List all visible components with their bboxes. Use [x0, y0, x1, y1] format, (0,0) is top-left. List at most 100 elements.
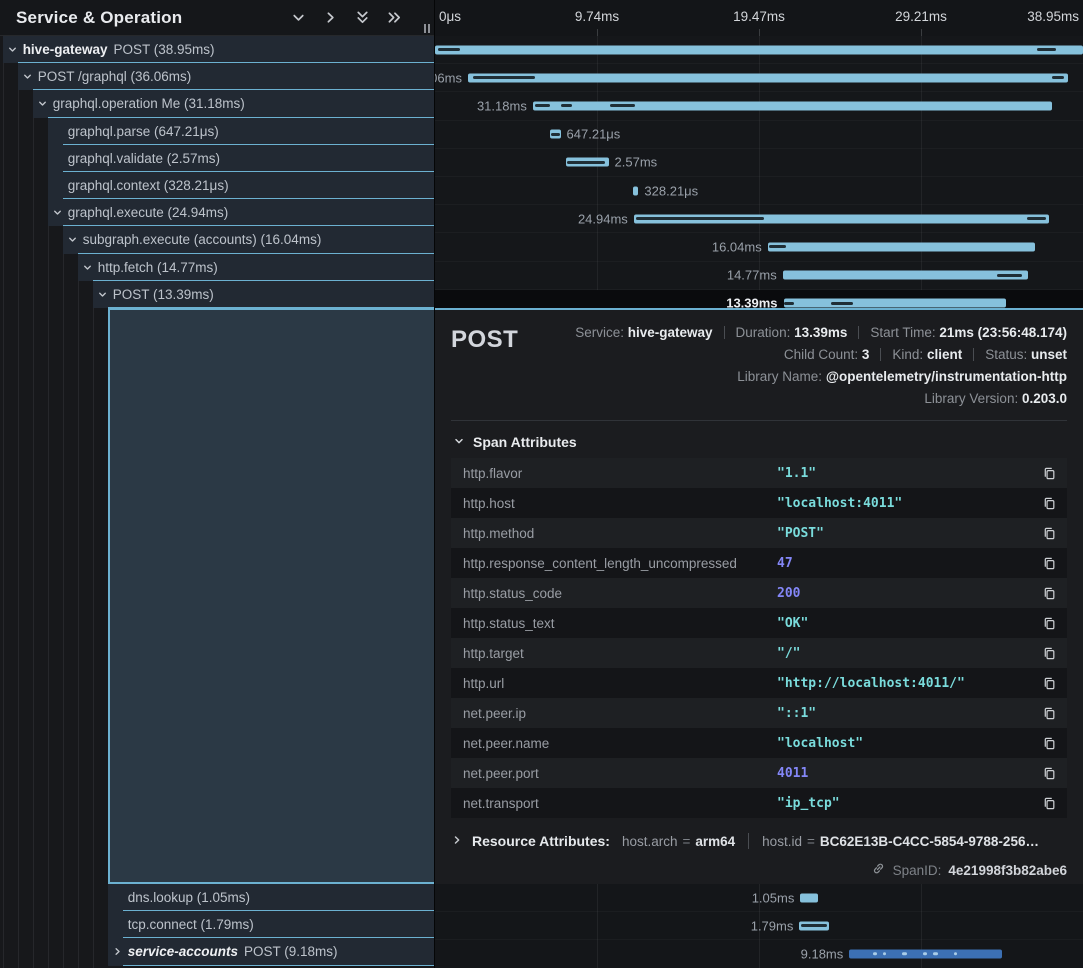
indent-guide [3, 308, 4, 884]
span-row[interactable]: POST (13.39ms) [0, 281, 434, 308]
span-bar[interactable] [550, 130, 561, 139]
span-bar[interactable] [533, 101, 1052, 110]
panel-resize-handle[interactable] [424, 24, 430, 33]
span-row[interactable]: POST /graphql (36.06ms) [0, 63, 434, 90]
operation-label: graphql.execute (24.94ms) [68, 205, 229, 220]
span-row[interactable]: dns.lookup (1.05ms) [0, 884, 434, 911]
chevron-down-icon[interactable] [21, 71, 35, 82]
copy-icon[interactable] [1042, 496, 1057, 511]
span-bar[interactable] [783, 271, 1029, 280]
copy-icon[interactable] [1042, 706, 1057, 721]
timeline-row[interactable]: 328.21μs [435, 177, 1083, 205]
copy-icon[interactable] [1042, 586, 1057, 601]
span-bar[interactable] [633, 186, 638, 195]
copy-icon[interactable] [1042, 616, 1057, 631]
timeline-row[interactable]: 36.06ms [435, 64, 1083, 92]
copy-icon[interactable] [1042, 796, 1057, 811]
expand-all-icon[interactable] [385, 8, 404, 27]
meta-label: Library Version: [924, 391, 1022, 406]
span-bar[interactable] [468, 73, 1068, 82]
span-row[interactable]: graphql.operation Me (31.18ms) [0, 90, 434, 117]
meta-value: 21ms (23:56:48.174) [939, 325, 1067, 340]
span-bar[interactable] [784, 299, 1007, 308]
span-bar[interactable] [849, 949, 1002, 958]
copy-icon[interactable] [1042, 766, 1057, 781]
chevron-down-icon[interactable] [96, 289, 110, 300]
indent-guide [78, 308, 79, 884]
chevron-down-icon[interactable] [51, 207, 65, 218]
chevron-down-icon[interactable] [66, 234, 80, 245]
span-row[interactable]: subgraph.execute (accounts) (16.04ms) [0, 226, 434, 253]
meta-label: Status: [985, 347, 1031, 362]
timeline-row[interactable]: 2.57ms [435, 149, 1083, 177]
timeline-row[interactable]: 31.18ms [435, 92, 1083, 120]
span-bar[interactable] [768, 242, 1035, 251]
span-duration-label: 1.05ms [752, 890, 795, 905]
span-row-separator [63, 171, 434, 172]
timeline-row[interactable]: 1.05ms [435, 884, 1083, 912]
detail-divider [451, 420, 1067, 421]
meta-value: 13.39ms [794, 325, 847, 340]
copy-glyph [1042, 466, 1057, 481]
span-row[interactable]: tcp.connect (1.79ms) [0, 911, 434, 938]
span-bar[interactable] [799, 921, 829, 930]
meta-label: Service: [575, 325, 628, 340]
meta-value: 3 [862, 347, 870, 362]
expand-one-icon[interactable] [321, 8, 340, 27]
copy-glyph [1042, 796, 1057, 811]
copy-icon[interactable] [1042, 526, 1057, 541]
span-row[interactable]: graphql.execute (24.94ms) [0, 199, 434, 226]
copy-icon[interactable] [1042, 676, 1057, 691]
span-duration-label: 16.04ms [712, 239, 762, 254]
chevron-down-icon[interactable] [36, 98, 50, 109]
collapse-all-icon[interactable] [353, 8, 372, 27]
span-bar[interactable] [634, 214, 1049, 223]
tick-label: 0μs [439, 9, 461, 24]
timeline-row[interactable]: 9.18ms [435, 940, 1083, 968]
span-row-content: graphql.context (328.21μs) [48, 172, 434, 199]
copy-icon[interactable] [1042, 736, 1057, 751]
span-row[interactable]: graphql.parse (647.21μs) [0, 118, 434, 145]
link-icon[interactable] [871, 861, 886, 879]
span-row-separator [18, 62, 434, 63]
chevron-down-icon[interactable] [81, 262, 95, 273]
trace-viewer: Service & Operation hive-gatewayPOST (38… [0, 0, 1083, 968]
span-row-separator [48, 117, 434, 118]
span-detail-title: POST [451, 322, 518, 354]
copy-glyph [1042, 526, 1057, 541]
timeline-row[interactable]: 647.21μs [435, 121, 1083, 149]
timeline-row[interactable]: 13.39ms [435, 290, 1083, 308]
span-row-content: service-accountsPOST (9.18ms) [108, 938, 434, 965]
timeline-row[interactable]: 16.04ms [435, 233, 1083, 261]
span-row[interactable]: service-accountsPOST (9.18ms) [0, 938, 434, 965]
span-row[interactable]: graphql.context (328.21μs) [0, 172, 434, 199]
attr-row: http.response_content_length_uncompresse… [451, 548, 1067, 578]
timeline-row[interactable]: 24.94ms [435, 205, 1083, 233]
meta-label: Library Name: [737, 369, 826, 384]
collapse-one-icon[interactable] [289, 8, 308, 27]
timeline-row[interactable] [435, 36, 1083, 64]
span-row-separator [63, 144, 434, 145]
chevron-glyph [67, 234, 78, 245]
timeline-row[interactable]: 14.77ms [435, 262, 1083, 290]
span-row-content: graphql.execute (24.94ms) [48, 199, 434, 226]
span-row-separator [78, 253, 434, 254]
span-bar[interactable] [435, 45, 1083, 54]
chevron-down-glyph [290, 9, 307, 26]
copy-icon[interactable] [1042, 556, 1057, 571]
span-bar[interactable] [566, 158, 609, 167]
chevron-right-icon[interactable] [111, 946, 125, 957]
span-bar[interactable] [800, 893, 817, 902]
span-row[interactable]: graphql.validate (2.57ms) [0, 145, 434, 172]
attr-row: net.peer.ip"::1" [451, 698, 1067, 728]
resource-attributes-row[interactable]: Resource Attributes: host.arch=arm64host… [451, 833, 1067, 849]
span-row[interactable]: hive-gatewayPOST (38.95ms) [0, 36, 434, 63]
copy-icon[interactable] [1042, 466, 1057, 481]
span-attributes-section-header[interactable]: Span Attributes [453, 434, 1067, 450]
timeline-row[interactable]: 1.79ms [435, 912, 1083, 940]
copy-icon[interactable] [1042, 646, 1057, 661]
chevron-down-icon[interactable] [6, 44, 20, 55]
attr-key: net.peer.name [463, 736, 777, 751]
span-row[interactable]: http.fetch (14.77ms) [0, 254, 434, 281]
attr-row: http.flavor"1.1" [451, 458, 1067, 488]
